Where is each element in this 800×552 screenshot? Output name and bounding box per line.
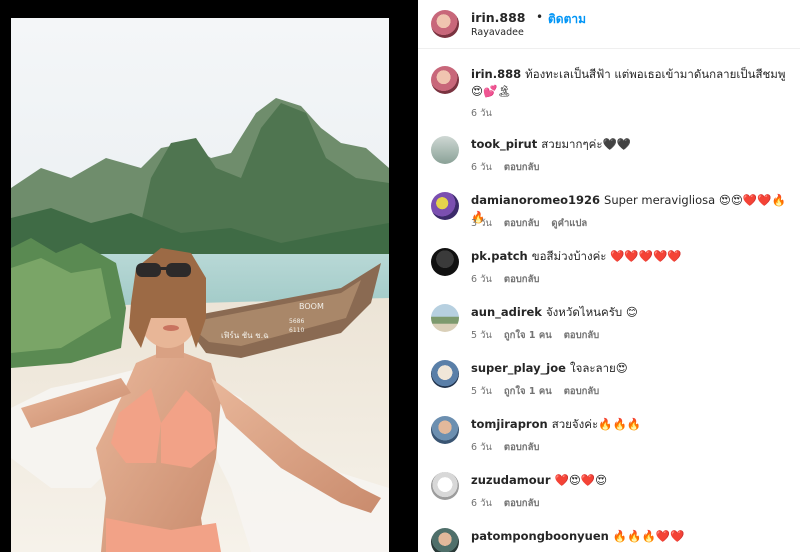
comment-text: ขอสีม่วงบ้างค่ะ ❤️❤️❤️❤️❤️ [531,249,682,263]
comment-time[interactable]: 5 วัน [471,386,492,397]
reply-button[interactable]: ตอบกลับ [504,498,540,509]
comment-text-block: super_play_joe ใจละลาย😍 [471,360,789,377]
see-translation-button[interactable]: ดูคำแปล [551,218,587,229]
avatar[interactable] [431,136,459,164]
comment-username[interactable]: tomjirapron [471,417,548,431]
post-side-panel: irin.888 • ติดตาม Rayavadee irin.888 ท้อง… [418,0,800,552]
separator-dot: • [536,10,544,24]
comment-text-block: pk.patch ขอสีม่วงบ้างค่ะ ❤️❤️❤️❤️❤️ [471,248,789,265]
comment-meta: 5 วัน ถูกใจ 1 คน ตอบกลับ [471,384,611,399]
comment-time[interactable]: 6 วัน [471,274,492,285]
comment-meta: 6 วัน ตอบกลับ [471,440,551,455]
avatar[interactable] [431,360,459,388]
comment-time[interactable]: 6 วัน [471,442,492,453]
caption-time[interactable]: 6 วัน [471,108,492,119]
media-column: BOOM เฟิร์น ชัน ช.ฉ 5686 6110 [0,0,418,552]
comment-username[interactable]: zuzudamour [471,473,551,487]
post-author-username[interactable]: irin.888 [471,10,525,25]
comment-likes[interactable]: ถูกใจ 1 คน [504,330,552,341]
comment-meta: 6 วัน ตอบกลับ [471,496,551,511]
comment-username[interactable]: took_pirut [471,137,537,151]
comment-text-block: zuzudamour ❤️😍❤️😍 [471,472,789,489]
comment-meta: 6 วัน ตอบกลับ [471,272,551,287]
comment-meta: 6 วัน ตอบกลับ [471,160,551,175]
comment-username[interactable]: patompongboonyuen [471,529,609,543]
post-location[interactable]: Rayavadee [471,27,524,38]
avatar[interactable] [431,528,459,552]
boat-text: 6110 [289,327,304,334]
reply-button[interactable]: ตอบกลับ [564,330,600,341]
comment-time[interactable]: 3 วัน [471,218,492,229]
comment-text: จังหวัดไหนครับ 😊 [545,305,638,319]
comment-time[interactable]: 6 วัน [471,498,492,509]
avatar[interactable] [431,416,459,444]
boat-text: BOOM [299,302,324,311]
boat-text: เฟิร์น ชัน ช.ฉ [221,330,269,340]
comment-username[interactable]: super_play_joe [471,361,566,375]
caption-text-block: irin.888 ท้องทะเลเป็นสีฟ้า แต่พอเธอเข้ามา… [471,66,789,100]
comment-text: ใจละลาย😍 [569,361,628,375]
reply-button[interactable]: ตอบกลับ [504,442,540,453]
comment-meta: 3 วัน ตอบกลับ ดูคำแปล [471,216,599,231]
caption-username[interactable]: irin.888 [471,67,521,81]
avatar[interactable] [431,248,459,276]
caption: irin.888 ท้องทะเลเป็นสีฟ้า แต่พอเธอเข้ามา… [418,66,800,122]
comment-text-block: tomjirapron สวยจังค่ะ🔥🔥🔥 [471,416,789,433]
post-video[interactable]: BOOM เฟิร์น ชัน ช.ฉ 5686 6110 [11,18,389,552]
comment-text-block: took_pirut สวยมากๆค่ะ🖤🖤 [471,136,789,153]
comment-username[interactable]: damianoromeo1926 [471,193,600,207]
comment-text: สวยจังค่ะ🔥🔥🔥 [551,417,642,431]
caption-meta: 6 วัน [471,106,504,121]
reply-button[interactable]: ตอบกลับ [504,162,540,173]
reply-button[interactable]: ตอบกลับ [564,386,600,397]
avatar[interactable] [431,10,459,38]
avatar[interactable] [431,304,459,332]
comment-text-block: aun_adirek จังหวัดไหนครับ 😊 [471,304,789,321]
comment-time[interactable]: 5 วัน [471,330,492,341]
boat-text: 5686 [289,318,304,325]
comment-meta: 5 วัน ถูกใจ 1 คน ตอบกลับ [471,328,611,343]
comment-text: 🔥🔥🔥❤️❤️ [612,529,685,543]
post-header: irin.888 • ติดตาม Rayavadee [418,0,800,49]
avatar[interactable] [431,66,459,94]
reply-button[interactable]: ตอบกลับ [504,274,540,285]
comment-username[interactable]: aun_adirek [471,305,542,319]
avatar[interactable] [431,192,459,220]
reply-button[interactable]: ตอบกลับ [504,218,540,229]
comment-time[interactable]: 6 วัน [471,162,492,173]
comment-text-block: patompongboonyuen 🔥🔥🔥❤️❤️ [471,528,789,545]
comment-username[interactable]: pk.patch [471,249,528,263]
follow-button[interactable]: ติดตาม [548,10,586,29]
beach-scene: BOOM เฟิร์น ชัน ช.ฉ 5686 6110 [11,18,389,552]
avatar[interactable] [431,472,459,500]
comment-text: ❤️😍❤️😍 [554,473,608,487]
comment-likes[interactable]: ถูกใจ 1 คน [504,386,552,397]
comment-text: สวยมากๆค่ะ🖤🖤 [541,137,632,151]
